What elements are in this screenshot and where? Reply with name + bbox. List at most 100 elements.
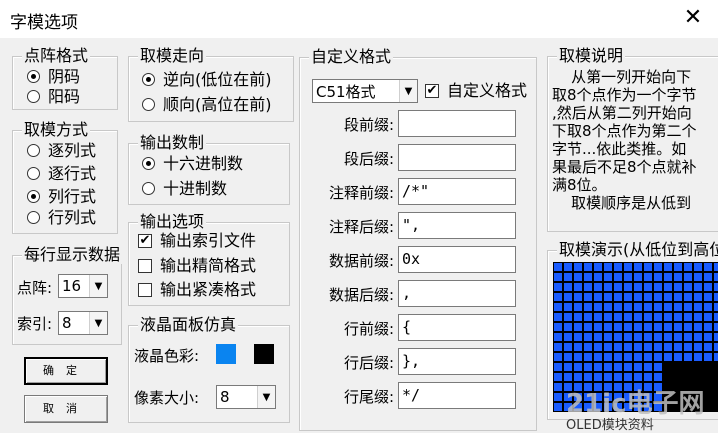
radio-row-scan[interactable]: 逐行式 (27, 163, 96, 184)
demo-pixel (594, 343, 602, 351)
radio-decimal[interactable]: 十进制数 (142, 178, 227, 199)
demo-pixel (684, 333, 692, 341)
checkbox-output-simplified[interactable]: 输出精简格式 (138, 255, 286, 276)
demo-pixel (644, 333, 652, 341)
dot-format-legend: 点阵格式 (22, 46, 91, 65)
radio-column-row-scan[interactable]: 列行式 (27, 186, 96, 207)
demo-pixel (554, 353, 562, 361)
demo-pixel (614, 363, 622, 371)
demo-pixel (694, 323, 702, 331)
demo-pixel (674, 313, 682, 321)
demo-pixel (634, 273, 642, 281)
demo-pixel (554, 313, 562, 321)
dots-per-line-select[interactable]: 16 ▼ (58, 274, 108, 298)
demo-pixel (624, 293, 632, 301)
demo-pixel (634, 323, 642, 331)
demo-pixel (644, 313, 652, 321)
demo-pixel (664, 283, 672, 291)
demo-pixel (704, 353, 712, 361)
field-input[interactable]: , (398, 280, 516, 307)
demo-pixel (584, 373, 592, 381)
radio-positive-code[interactable]: 阳码 (27, 86, 80, 107)
demo-pixel (714, 343, 718, 351)
format-select[interactable]: C51格式 ▼ (312, 79, 418, 103)
radio-hexadecimal[interactable]: 十六进制数 (142, 153, 243, 174)
watermark-subtext: OLED模块资料 (566, 418, 654, 433)
lcd-color-label: 液晶色彩: (134, 347, 200, 365)
demo-pixel (594, 353, 602, 361)
radio-indicator (27, 167, 40, 180)
radio-row-column-scan[interactable]: 行列式 (27, 207, 96, 228)
field-input[interactable]: { (398, 314, 516, 341)
field-input[interactable]: ", (398, 212, 516, 239)
field-input[interactable]: /*" (398, 178, 516, 205)
demo-pixel (714, 283, 718, 291)
field-label: 行尾缀: (343, 388, 394, 406)
cancel-button[interactable]: 取消 (24, 395, 108, 423)
demo-pixel (604, 333, 612, 341)
demo-pixel (604, 363, 612, 371)
explain-line: 取8个点作为一个字节 (552, 86, 697, 104)
radio-label: 逐列式 (48, 140, 97, 160)
checkbox-box (138, 282, 152, 297)
demo-pixel (574, 333, 582, 341)
demo-pixel (554, 303, 562, 311)
demo-pixel (574, 283, 582, 291)
per-line-legend: 每行显示数据 (22, 246, 122, 264)
demo-pixel (554, 363, 562, 371)
demo-pixel (574, 363, 582, 371)
demo-pixel (624, 353, 632, 361)
field-input[interactable] (398, 144, 516, 171)
demo-pixel (644, 293, 652, 301)
demo-pixel (654, 373, 662, 381)
demo-pixel (674, 343, 682, 351)
demo-pixel (554, 393, 562, 401)
demo-pixel (614, 273, 622, 281)
demo-pixel (704, 273, 712, 281)
radio-forward-direction[interactable]: 顺向(高位在前) (142, 94, 290, 115)
demo-pixel (554, 293, 562, 301)
checkbox-custom-format[interactable]: 自定义格式 (425, 80, 533, 101)
field-input[interactable]: 0x (398, 246, 516, 273)
demo-pixel (624, 323, 632, 331)
radio-negative-code[interactable]: 阴码 (27, 66, 80, 87)
chevron-down-icon: ▼ (89, 312, 107, 334)
demo-pixel (694, 273, 702, 281)
demo-pixel (594, 263, 602, 271)
field-label: 行后缀: (343, 354, 394, 372)
checkbox-label: 输出紧凑格式 (160, 279, 257, 299)
demo-pixel (644, 373, 652, 381)
close-icon[interactable]: ✕ (680, 5, 706, 31)
demo-pixel (684, 353, 692, 361)
demo-pixel (574, 303, 582, 311)
radio-label: 行列式 (48, 207, 97, 227)
demo-pixel (704, 283, 712, 291)
demo-pixel (554, 263, 562, 271)
checkbox-output-index-file[interactable]: 输出索引文件 (138, 230, 286, 251)
demo-pixel (714, 303, 718, 311)
checkbox-output-compact[interactable]: 输出紧凑格式 (138, 279, 286, 300)
demo-pixel (594, 293, 602, 301)
radio-reverse-direction[interactable]: 逆向(低位在前) (142, 69, 290, 90)
ok-button[interactable]: 确定 (24, 357, 108, 385)
demo-pixel (714, 353, 718, 361)
lcd-foreground-swatch[interactable] (216, 344, 236, 364)
demo-pixel (624, 363, 632, 371)
demo-pixel (654, 283, 662, 291)
pixel-size-select[interactable]: 8 ▼ (216, 385, 276, 409)
field-input[interactable]: }, (398, 348, 516, 375)
explain-legend: 取模说明 (557, 46, 626, 65)
demo-pixel (644, 283, 652, 291)
demo-pixel (654, 323, 662, 331)
checkbox-label: 自定义格式 (447, 80, 528, 100)
demo-pixel (654, 303, 662, 311)
demo-pixel (554, 323, 562, 331)
field-input[interactable]: */ (398, 382, 516, 409)
index-per-line-select[interactable]: 8 ▼ (58, 311, 108, 335)
radio-label: 十六进制数 (163, 153, 244, 173)
output-options-legend: 输出选项 (138, 212, 207, 231)
radio-column-scan[interactable]: 逐列式 (27, 140, 96, 161)
lcd-background-swatch[interactable] (254, 344, 274, 364)
chevron-down-icon: ▼ (257, 386, 275, 408)
field-input[interactable] (398, 110, 516, 137)
